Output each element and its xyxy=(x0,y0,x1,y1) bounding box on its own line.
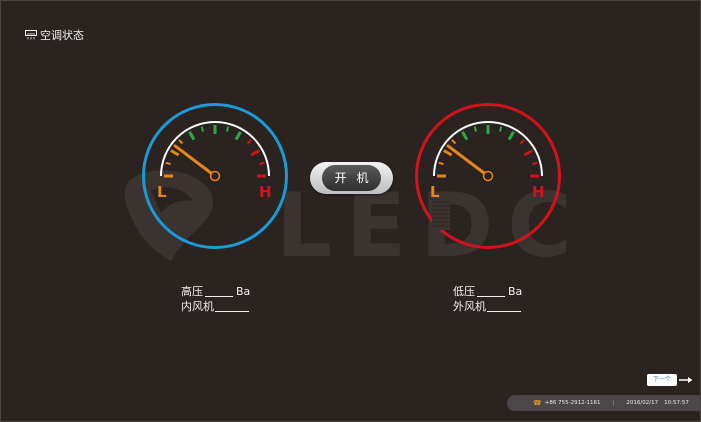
gauge-high-label: H xyxy=(532,183,545,201)
page-title-text: 空调状态 xyxy=(40,29,84,42)
gauge-tick xyxy=(438,161,444,166)
arrow-right-icon[interactable] xyxy=(679,375,693,385)
indoor-fan-label: 内风机 xyxy=(181,300,214,313)
power-button-label: 开机 xyxy=(322,165,381,191)
outdoor-fan-label: 外风机 xyxy=(453,300,486,313)
gauge-tick xyxy=(170,149,180,157)
gauge-tick xyxy=(188,131,196,141)
status-date: 2016/02/17 xyxy=(626,400,659,406)
gauge-tick xyxy=(451,139,457,145)
gauge-tick xyxy=(234,131,242,141)
phone-icon: ☎ xyxy=(533,399,542,407)
gauge-tick xyxy=(473,126,478,132)
ac-status-screen: 空调状态 LEDC L H L H 开机 高压 Ba 内风机 低压 Ba 外风机… xyxy=(0,0,701,422)
power-on-button[interactable]: 开机 xyxy=(310,162,393,194)
gauge-tick xyxy=(519,139,525,145)
gauge-high-label: H xyxy=(259,183,272,201)
gauge-needle xyxy=(446,144,486,175)
gauge-tick xyxy=(246,139,252,145)
gauge-tick xyxy=(443,149,453,157)
outdoor-fan-value xyxy=(487,301,521,312)
high-pressure-label: 高压 xyxy=(181,285,203,298)
gauge-tick xyxy=(532,161,538,166)
gauge-tick xyxy=(250,149,260,157)
right-readings: 低压 Ba 外风机 xyxy=(453,284,524,314)
page-title: 空调状态 xyxy=(25,27,84,43)
gauge-tick xyxy=(498,126,503,132)
next-button[interactable]: 下一个 xyxy=(647,374,677,386)
gauge-hub xyxy=(209,170,221,182)
status-bar: ☎ +86 755-2912-1161 | 2016/02/17 10:57:5… xyxy=(507,395,700,411)
low-pressure-label: 低压 xyxy=(453,285,475,298)
gauge-tick xyxy=(225,126,230,132)
gauge-tick xyxy=(178,139,184,145)
high-pressure-gauge: L H xyxy=(142,103,288,249)
low-pressure-value xyxy=(477,286,505,297)
low-pressure-gauge: L H xyxy=(415,103,561,249)
gauge-tick xyxy=(461,131,469,141)
status-time: 10:57:57 xyxy=(664,400,689,406)
high-pressure-value xyxy=(205,286,233,297)
gauge-low-label: L xyxy=(157,183,167,201)
gauge-tick xyxy=(523,149,533,157)
left-readings: 高压 Ba 内风机 xyxy=(181,284,252,314)
gauge-hub xyxy=(482,170,494,182)
indoor-fan-value xyxy=(215,301,249,312)
status-separator: | xyxy=(612,400,615,406)
high-pressure-unit: Ba xyxy=(236,285,251,298)
gauge-tick xyxy=(507,131,515,141)
gauge-tick xyxy=(200,126,205,132)
status-phone: +86 755-2912-1161 xyxy=(544,400,601,406)
gauge-low-label: L xyxy=(430,183,440,201)
gauge-tick xyxy=(259,161,265,166)
low-pressure-unit: Ba xyxy=(508,285,523,298)
gauge-tick xyxy=(165,161,171,166)
gauge-needle xyxy=(173,144,213,175)
gauge-stripe-decoration xyxy=(432,198,450,230)
ac-unit-icon xyxy=(25,30,37,40)
